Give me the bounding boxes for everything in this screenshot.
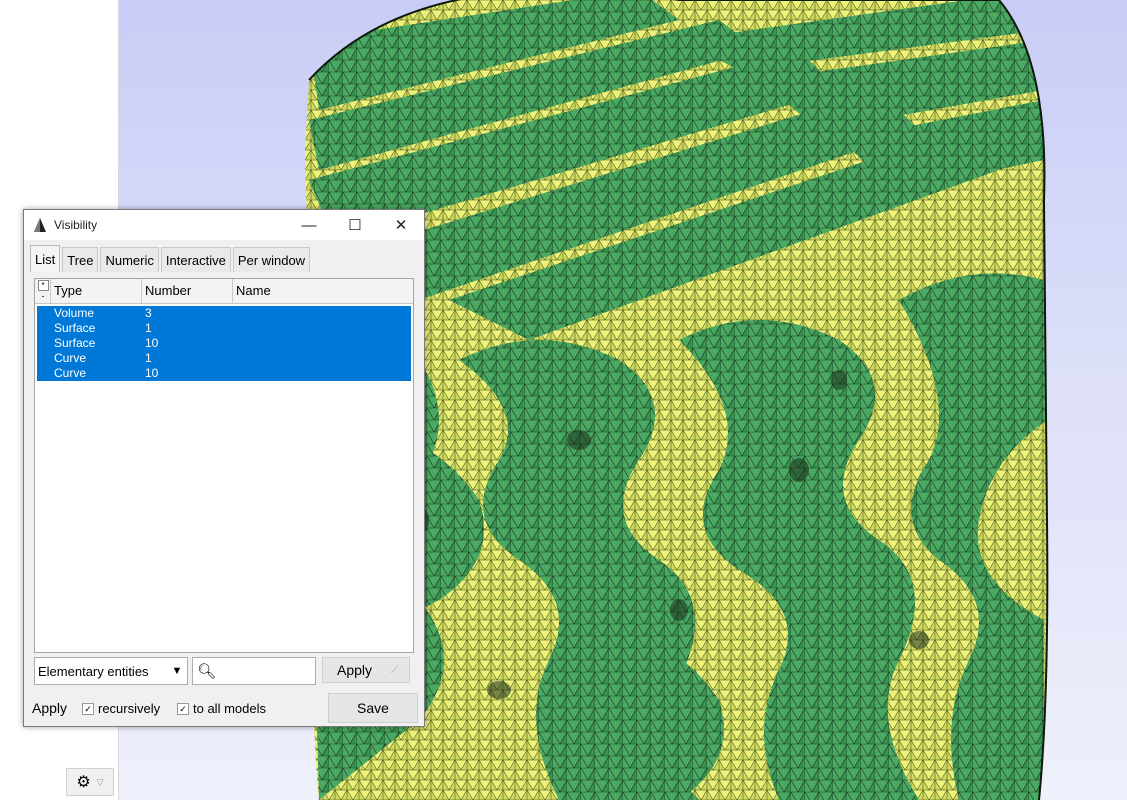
search-field[interactable]: 🔍︎	[192, 657, 316, 685]
column-header-number[interactable]: Number	[141, 279, 232, 303]
tab-numeric[interactable]: Numeric	[100, 247, 159, 272]
chevron-down-icon: ▽	[96, 776, 104, 787]
cell-type: Volume	[54, 306, 95, 320]
visibility-dialog: Visibility — ☐ ✕ List Tree Numeric Inter…	[23, 209, 425, 727]
to-all-models-label: to all models	[193, 701, 266, 716]
to-all-models-checkbox[interactable]: ✓ to all models	[177, 701, 266, 716]
entity-type-select[interactable]: Elementary entities ▼	[34, 657, 188, 685]
list-header: * - Type Number Name	[35, 279, 413, 304]
tab-interactive[interactable]: Interactive	[160, 247, 231, 272]
tab-list[interactable]: List	[30, 245, 61, 272]
filter-controls: Elementary entities ▼ 🔍︎ Apply ⟋	[34, 657, 414, 685]
column-header-type[interactable]: Type	[50, 279, 141, 303]
cell-number: 1	[145, 321, 152, 335]
recursively-checkbox[interactable]: ✓ recursively	[82, 701, 160, 716]
maximize-button[interactable]: ☐	[332, 210, 378, 240]
search-icon: 🔍︎	[197, 663, 217, 680]
column-header-name[interactable]: Name	[232, 279, 414, 303]
maximize-icon: ☐	[348, 217, 362, 234]
apply-filter-label: Apply	[337, 662, 373, 678]
checkmark-icon: ✓	[82, 702, 94, 715]
entity-type-value: Elementary entities	[38, 663, 149, 679]
entity-list[interactable]: * - Type Number Name Volume 3 Surface 1 Su…	[34, 278, 414, 653]
tab-tree[interactable]: Tree	[62, 247, 99, 272]
close-icon: ✕	[394, 217, 408, 234]
apply-filter-button[interactable]: Apply ⟋	[322, 657, 410, 683]
checkmark-icon: ✓	[177, 702, 189, 715]
minimize-icon: —	[301, 216, 317, 234]
dialog-title: Visibility	[54, 218, 98, 232]
minimize-button[interactable]: —	[286, 210, 332, 240]
cell-type: Curve	[54, 366, 87, 380]
tab-bar: List Tree Numeric Interactive Per window	[30, 245, 312, 273]
gmsh-logo-icon	[34, 218, 46, 232]
recursively-label: recursively	[98, 701, 161, 716]
select-all-toggle[interactable]: * -	[37, 280, 49, 302]
save-button[interactable]: Save	[328, 693, 418, 723]
bottom-bar: Apply ✓ recursively ✓ to all models Save	[24, 693, 424, 725]
cell-number: 3	[145, 306, 152, 320]
settings-button[interactable]: ⚙ ▽	[66, 768, 114, 796]
dropdown-arrow-icon: ▼	[171, 665, 183, 677]
close-button[interactable]: ✕	[378, 210, 424, 240]
cell-type: Surface	[54, 321, 96, 335]
search-input[interactable]	[217, 660, 315, 682]
cell-number: 10	[145, 366, 159, 380]
list-item[interactable]: Volume 3	[37, 306, 411, 321]
list-item[interactable]: Surface 10	[37, 336, 411, 351]
list-item[interactable]: Curve 10	[37, 366, 411, 381]
cell-number: 1	[145, 351, 152, 365]
cell-type: Curve	[54, 351, 87, 365]
apply-label: Apply	[32, 700, 68, 716]
cell-type: Surface	[54, 336, 96, 350]
gear-icon: ⚙	[76, 774, 91, 791]
tab-per-window[interactable]: Per window	[232, 247, 311, 272]
title-bar[interactable]: Visibility — ☐ ✕	[24, 210, 424, 240]
resize-grip-icon: ⟋	[391, 664, 399, 676]
list-item[interactable]: Surface 1	[37, 321, 411, 336]
list-item[interactable]: Curve 1	[37, 351, 411, 366]
cell-number: 10	[145, 336, 159, 350]
